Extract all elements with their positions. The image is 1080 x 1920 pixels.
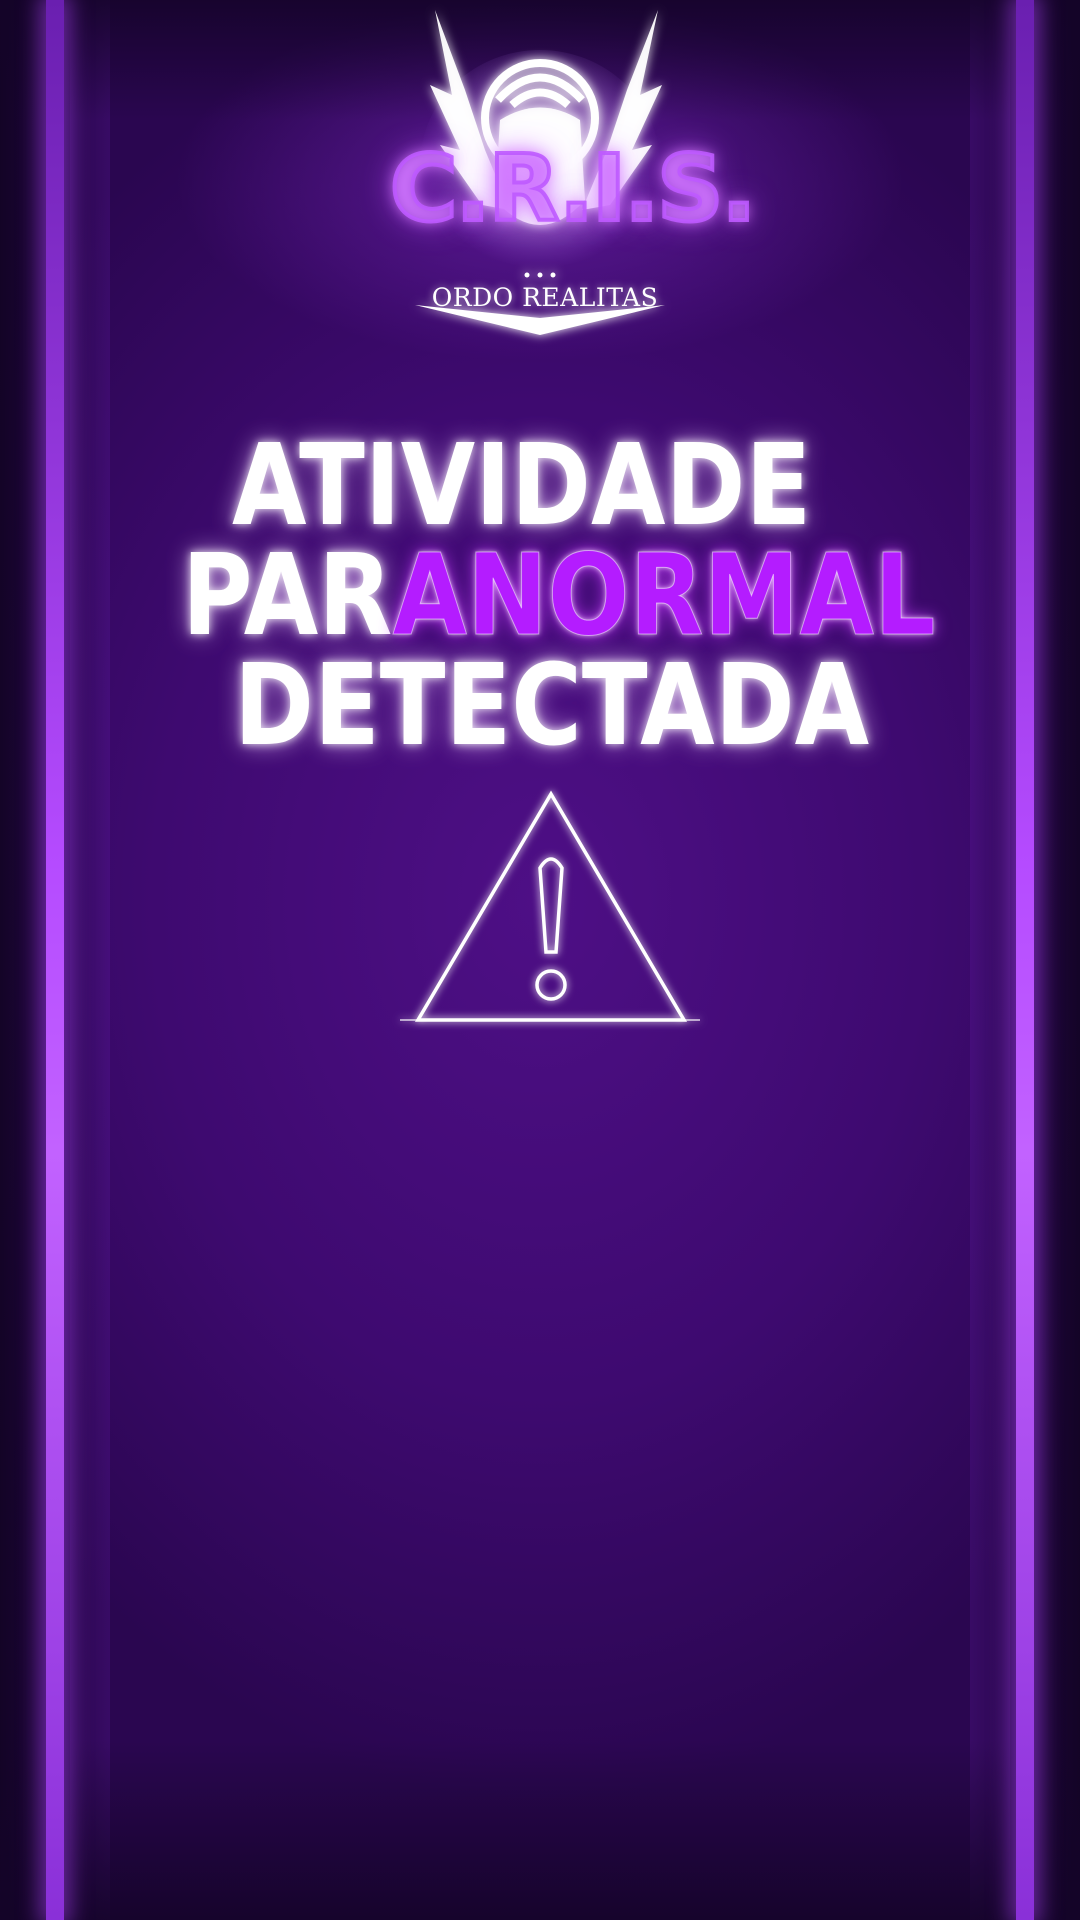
right-neon-bar bbox=[1016, 0, 1034, 1920]
logo-wordmark: C.R.I.S. bbox=[388, 133, 758, 244]
headline-line-3: DETECTADA bbox=[234, 641, 870, 771]
headline-line-1: ATIVIDADE bbox=[232, 421, 812, 551]
left-side-glow bbox=[70, 0, 110, 1920]
left-neon-bar bbox=[46, 0, 64, 1920]
cris-logo: C.R.I.S. ORDO REALITAS bbox=[388, 0, 758, 350]
alert-screen: C.R.I.S. ORDO REALITAS ATIVIDADE PARANOR… bbox=[0, 0, 1080, 1920]
logo-subtitle: ORDO REALITAS bbox=[431, 283, 659, 312]
warning-triangle-icon bbox=[390, 780, 710, 1040]
headline-line-2: PARANORMAL bbox=[182, 540, 936, 653]
right-side-glow bbox=[970, 0, 1010, 1920]
